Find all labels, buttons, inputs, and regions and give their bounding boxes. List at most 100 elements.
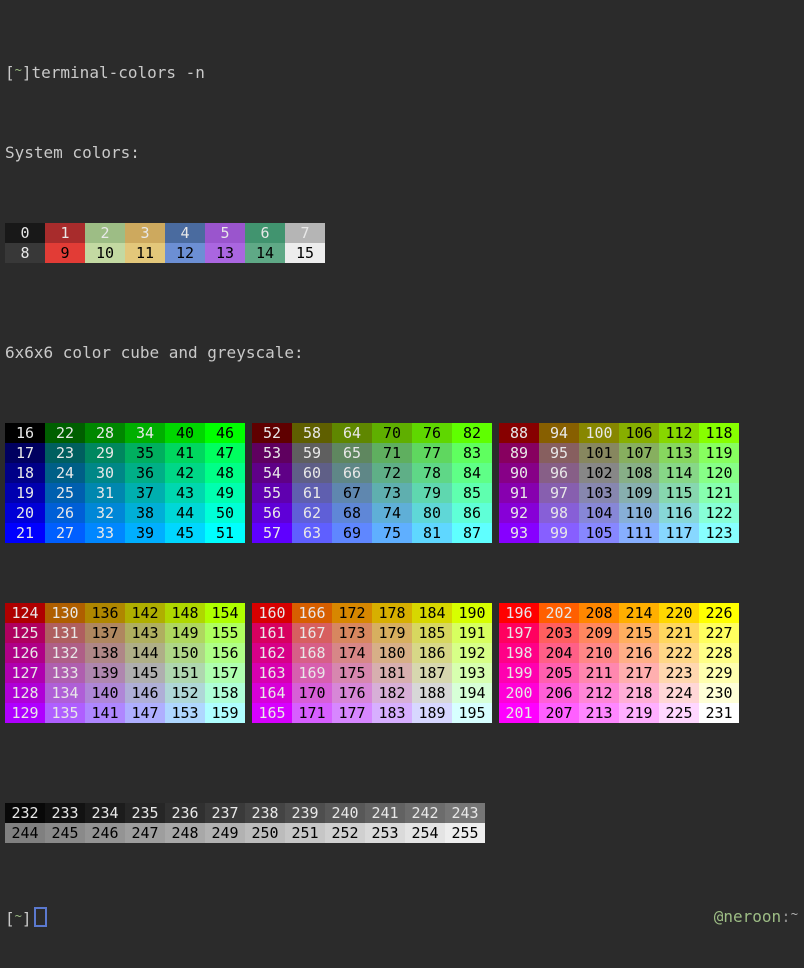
color-cell-16: 16 bbox=[5, 423, 45, 443]
color-cell-155: 155 bbox=[205, 623, 245, 643]
color-cell-48: 48 bbox=[205, 463, 245, 483]
color-row: 172329354147 bbox=[5, 443, 245, 463]
cube-block-196: 1962022082142202261972032092152212271982… bbox=[499, 603, 739, 723]
color-cell-74: 74 bbox=[372, 503, 412, 523]
color-cell-196: 196 bbox=[499, 603, 539, 623]
color-cell-186: 186 bbox=[412, 643, 452, 663]
color-cell-87: 87 bbox=[452, 523, 492, 543]
color-row: 546066727884 bbox=[252, 463, 492, 483]
color-cell-176: 176 bbox=[332, 683, 372, 703]
color-row: 200206212218224230 bbox=[499, 683, 739, 703]
color-cell-12: 12 bbox=[165, 243, 205, 263]
color-cell-158: 158 bbox=[205, 683, 245, 703]
color-cell-41: 41 bbox=[165, 443, 205, 463]
color-cell-103: 103 bbox=[579, 483, 619, 503]
color-row: 212733394551 bbox=[5, 523, 245, 543]
color-cell-185: 185 bbox=[412, 623, 452, 643]
color-cell-219: 219 bbox=[619, 703, 659, 723]
color-cell-206: 206 bbox=[539, 683, 579, 703]
color-cell-188: 188 bbox=[412, 683, 452, 703]
color-row: 9399105111117123 bbox=[499, 523, 739, 543]
prompt-line[interactable]: [~] @neroon:~ bbox=[5, 907, 804, 929]
color-cell-249: 249 bbox=[205, 823, 245, 843]
color-cell-128: 128 bbox=[5, 683, 45, 703]
color-cell-197: 197 bbox=[499, 623, 539, 643]
color-row: 164170176182188194 bbox=[252, 683, 492, 703]
color-cell-225: 225 bbox=[659, 703, 699, 723]
color-cell-211: 211 bbox=[579, 663, 619, 683]
color-cell-210: 210 bbox=[579, 643, 619, 663]
color-cell-123: 123 bbox=[699, 523, 739, 543]
color-cell-251: 251 bbox=[285, 823, 325, 843]
color-cell-166: 166 bbox=[292, 603, 332, 623]
color-cell-187: 187 bbox=[412, 663, 452, 683]
color-cell-44: 44 bbox=[165, 503, 205, 523]
color-cell-177: 177 bbox=[332, 703, 372, 723]
color-cell-62: 62 bbox=[292, 503, 332, 523]
color-cell-204: 204 bbox=[539, 643, 579, 663]
color-cell-50: 50 bbox=[205, 503, 245, 523]
color-cell-54: 54 bbox=[252, 463, 292, 483]
color-cell-30: 30 bbox=[85, 463, 125, 483]
color-cell-104: 104 bbox=[579, 503, 619, 523]
terminal-window[interactable]: [~]terminal-colors -n System colors: 012… bbox=[0, 0, 804, 484]
color-cell-69: 69 bbox=[332, 523, 372, 543]
color-cell-156: 156 bbox=[205, 643, 245, 663]
color-cell-126: 126 bbox=[5, 643, 45, 663]
color-cell-199: 199 bbox=[499, 663, 539, 683]
color-cell-182: 182 bbox=[372, 683, 412, 703]
color-cell-130: 130 bbox=[45, 603, 85, 623]
prompt-separator: : bbox=[781, 907, 791, 926]
color-cell-101: 101 bbox=[579, 443, 619, 463]
color-cell-90: 90 bbox=[499, 463, 539, 483]
color-cell-100: 100 bbox=[579, 423, 619, 443]
color-cell-142: 142 bbox=[125, 603, 165, 623]
color-cell-6: 6 bbox=[245, 223, 285, 243]
color-cell-92: 92 bbox=[499, 503, 539, 523]
color-cell-138: 138 bbox=[85, 643, 125, 663]
shell-prompt: [~] bbox=[5, 907, 47, 929]
bracket-close: ] bbox=[22, 909, 32, 928]
color-cell-217: 217 bbox=[619, 663, 659, 683]
color-row: 125131137143149155 bbox=[5, 623, 245, 643]
color-cell-23: 23 bbox=[45, 443, 85, 463]
rprompt-path-tilde: ~ bbox=[791, 907, 798, 921]
color-cell-76: 76 bbox=[412, 423, 452, 443]
color-cell-39: 39 bbox=[125, 523, 165, 543]
color-cell-72: 72 bbox=[372, 463, 412, 483]
color-cell-116: 116 bbox=[659, 503, 699, 523]
color-cell-165: 165 bbox=[252, 703, 292, 723]
color-row: 8995101107113119 bbox=[499, 443, 739, 463]
color-cell-35: 35 bbox=[125, 443, 165, 463]
color-cell-208: 208 bbox=[579, 603, 619, 623]
color-cell-15: 15 bbox=[285, 243, 325, 263]
color-row: 129135141147153159 bbox=[5, 703, 245, 723]
color-cell-84: 84 bbox=[452, 463, 492, 483]
color-cell-114: 114 bbox=[659, 463, 699, 483]
right-prompt: @neroon:~ bbox=[714, 907, 798, 929]
color-cell-240: 240 bbox=[325, 803, 365, 823]
color-cell-192: 192 bbox=[452, 643, 492, 663]
color-cell-65: 65 bbox=[332, 443, 372, 463]
color-cell-228: 228 bbox=[699, 643, 739, 663]
color-cell-141: 141 bbox=[85, 703, 125, 723]
color-cell-243: 243 bbox=[445, 803, 485, 823]
color-cell-107: 107 bbox=[619, 443, 659, 463]
color-row: 201207213219225231 bbox=[499, 703, 739, 723]
color-cell-154: 154 bbox=[205, 603, 245, 623]
color-cell-222: 222 bbox=[659, 643, 699, 663]
cube-block-16: 1622283440461723293541471824303642481925… bbox=[5, 423, 245, 543]
color-row: 9096102108114120 bbox=[499, 463, 739, 483]
color-cell-149: 149 bbox=[165, 623, 205, 643]
color-cell-169: 169 bbox=[292, 663, 332, 683]
color-cell-27: 27 bbox=[45, 523, 85, 543]
color-cell-105: 105 bbox=[579, 523, 619, 543]
color-cell-207: 207 bbox=[539, 703, 579, 723]
color-row: 9197103109115121 bbox=[499, 483, 739, 503]
color-cell-67: 67 bbox=[332, 483, 372, 503]
color-cell-26: 26 bbox=[45, 503, 85, 523]
cube-block-160: 1601661721781841901611671731791851911621… bbox=[252, 603, 492, 723]
color-row: 197203209215221227 bbox=[499, 623, 739, 643]
color-cell-75: 75 bbox=[372, 523, 412, 543]
color-cell-59: 59 bbox=[292, 443, 332, 463]
